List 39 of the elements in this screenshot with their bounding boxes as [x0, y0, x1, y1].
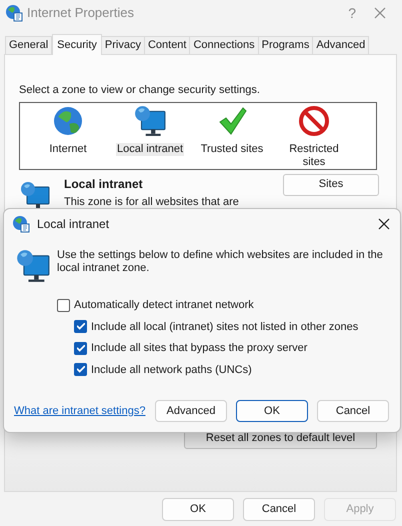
option-label: Include all local (intranet) sites not listed in other zones [91, 320, 358, 334]
dialog-button[interactable]: Cancel [317, 400, 389, 422]
option-label: Include all sites that bypass the proxy server [91, 341, 308, 356]
tab[interactable]: Advanced [312, 36, 370, 54]
checkbox[interactable] [74, 363, 87, 376]
dialog-button[interactable]: OK [236, 400, 308, 422]
intro-text: Use the settings below to define which websites are included in the local intranet zone. [57, 249, 384, 276]
checkmark-icon [76, 344, 84, 352]
checkbox[interactable] [74, 320, 87, 334]
monitor-globe-icon [134, 104, 166, 136]
checkmark-icon [76, 323, 84, 330]
prohibited-icon [298, 104, 330, 136]
app-icon [5, 4, 23, 22]
tab[interactable]: Security [52, 34, 102, 55]
globe-icon [52, 104, 84, 136]
dialog-button[interactable]: Advanced [155, 400, 227, 422]
monitor-globe-icon [15, 249, 51, 283]
sites-button[interactable]: Sites [283, 174, 379, 196]
zone-description: This zone is for all websites that are [64, 194, 239, 210]
dialog-button[interactable]: OK [162, 498, 234, 521]
close-icon[interactable] [378, 218, 390, 230]
dialog-button[interactable]: Cancel [243, 498, 315, 521]
monitor-globe-icon [20, 180, 50, 210]
zone-title: Local intranet [64, 176, 144, 192]
window-title: Internet Properties [27, 4, 134, 22]
dialog-title: Local intranet [37, 216, 110, 233]
zone-item[interactable]: Internet [48, 142, 88, 156]
checkbox[interactable] [57, 298, 70, 312]
tab[interactable]: General [5, 36, 52, 54]
help-link[interactable]: What are intranet settings? [14, 402, 146, 420]
zone-item[interactable]: Restricted sites [284, 142, 344, 168]
checkbox[interactable] [74, 342, 87, 355]
option-label: Include all network paths (UNCs) [91, 362, 252, 378]
zone-item[interactable]: Local intranet [116, 142, 184, 156]
zone-item[interactable]: Trusted sites [200, 142, 264, 156]
option-label: Automatically detect intranet network [74, 298, 254, 313]
checkmark-icon [76, 366, 84, 374]
app-icon [12, 215, 30, 233]
zone-prompt: Select a zone to view or change security settings. [19, 83, 261, 98]
